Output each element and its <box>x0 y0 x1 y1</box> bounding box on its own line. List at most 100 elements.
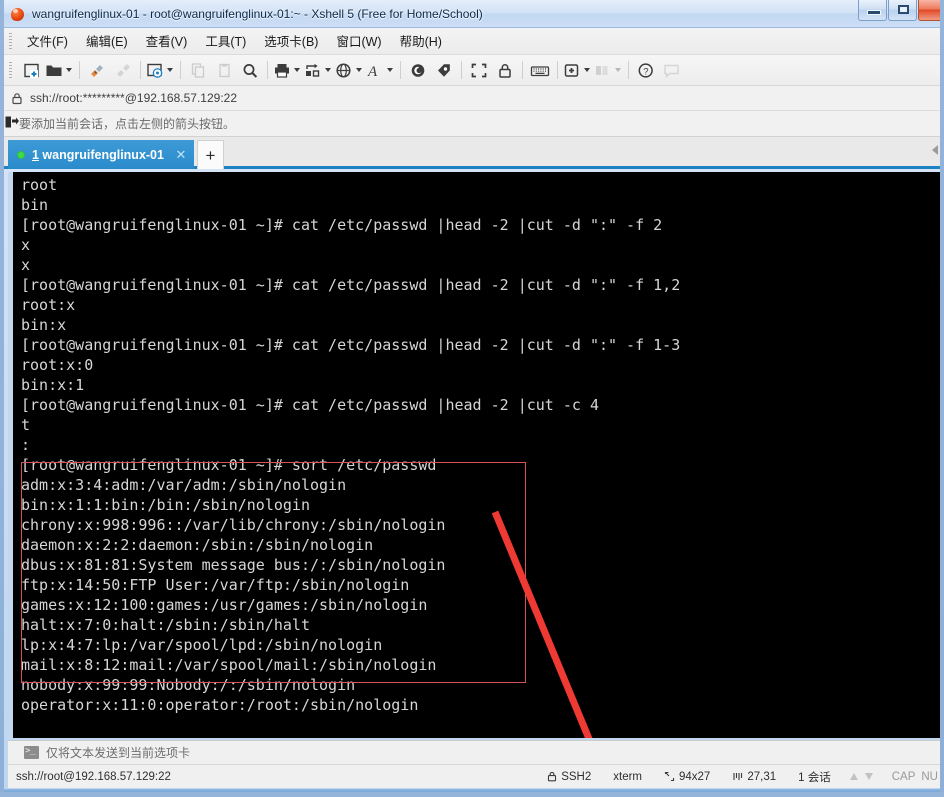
file-transfer-icon[interactable] <box>304 58 333 82</box>
new-tab-button[interactable]: + <box>197 140 224 169</box>
session-properties-icon[interactable] <box>146 58 175 82</box>
tab-close-icon[interactable]: ✕ <box>174 148 188 162</box>
toolbar-separator <box>628 61 629 79</box>
chevron-down-icon[interactable] <box>584 68 590 72</box>
toolbar-separator <box>557 61 558 79</box>
window-bottom-accent <box>4 789 940 792</box>
status-transfer-arrows <box>842 773 881 780</box>
chevron-down-icon[interactable] <box>325 68 331 72</box>
favorites-hint-bar: 要添加当前会话，点击左侧的箭头按钮。 <box>4 111 940 137</box>
menu-bar: 文件(F) 编辑(E) 查看(V) 工具(T) 选项卡(B) 窗口(W) 帮助(… <box>4 28 940 55</box>
paste-icon <box>212 58 236 82</box>
status-num: NU <box>921 770 938 783</box>
status-protocol-cell: SSH2 <box>536 771 602 783</box>
menu-help[interactable]: 帮助(H) <box>391 28 451 54</box>
add-to-favorites-icon[interactable] <box>4 115 19 132</box>
new-session-icon[interactable] <box>19 58 43 82</box>
tab-number: 1 <box>32 147 39 162</box>
send-to-tab-bar[interactable]: 仅将文本发送到当前选项卡 <box>8 740 940 764</box>
terminal-panel: root bin [root@wangruifenglinux-01 ~]# c… <box>8 172 940 738</box>
chevron-down-icon <box>615 68 621 72</box>
download-arrow-icon <box>864 773 873 780</box>
lock-icon[interactable] <box>493 58 517 82</box>
menu-gripper[interactable] <box>9 32 12 50</box>
status-caps: CAP <box>891 770 916 783</box>
session-url: ssh://root:*********@192.168.57.129:22 <box>30 91 237 105</box>
help-icon[interactable]: ? <box>634 58 658 82</box>
status-cursor: 27,31 <box>747 770 777 783</box>
scroll-left-arrow[interactable] <box>932 145 938 155</box>
terminal-screen[interactable]: root bin [root@wangruifenglinux-01 ~]# c… <box>13 172 940 738</box>
toolbar-gripper[interactable] <box>9 61 12 79</box>
tab-label: 1 wangruifenglinux-01 <box>32 148 164 162</box>
menu-edit[interactable]: 编辑(E) <box>77 28 137 54</box>
font-icon[interactable]: A <box>366 58 395 82</box>
terminal-output: root bin [root@wangruifenglinux-01 ~]# c… <box>21 176 681 714</box>
status-lock-indicators: CAP NU <box>881 770 940 783</box>
menu-tabs[interactable]: 选项卡(B) <box>255 28 327 54</box>
status-sessions: 1 会话 <box>798 771 831 784</box>
keyboard-icon[interactable] <box>528 58 552 82</box>
menu-window[interactable]: 窗口(W) <box>327 28 390 54</box>
toolbar-separator <box>461 61 462 79</box>
compose-icon[interactable] <box>406 58 430 82</box>
xshell-icon <box>10 6 26 22</box>
status-bar: ssh://root@192.168.57.129:22 SSH2 xterm … <box>8 764 940 788</box>
status-cursor-cell: 27,31 <box>721 771 787 783</box>
lock-icon <box>548 771 557 782</box>
status-connection: ssh://root@192.168.57.129:22 <box>16 770 171 783</box>
find-icon[interactable] <box>238 58 262 82</box>
chevron-down-icon[interactable] <box>387 68 393 72</box>
tab-scroll-controls <box>932 145 944 155</box>
status-size: 94x27 <box>679 770 711 783</box>
send-to-tab-icon <box>24 745 39 759</box>
globe-icon[interactable] <box>335 58 364 82</box>
window-controls <box>857 0 940 21</box>
chevron-down-icon[interactable] <box>356 68 362 72</box>
svg-text:A: A <box>367 64 378 79</box>
menu-view[interactable]: 查看(V) <box>137 28 197 54</box>
window-title: wangruifenglinux-01 - root@wangruifengli… <box>32 7 483 21</box>
scroll-right-arrow[interactable] <box>940 145 944 155</box>
toolbar-separator <box>400 61 401 79</box>
send-to-tab-text: 仅将文本发送到当前选项卡 <box>46 746 191 760</box>
favorites-hint-text: 要添加当前会话，点击左侧的箭头按钮。 <box>19 117 236 131</box>
open-folder-icon[interactable] <box>45 58 74 82</box>
tab-status-dot <box>17 150 25 159</box>
chevron-down-icon[interactable] <box>66 68 72 72</box>
arrange-layout-icon <box>594 58 623 82</box>
copy-icon <box>186 58 210 82</box>
toolbar-separator <box>522 61 523 79</box>
status-protocol: SSH2 <box>561 770 592 783</box>
cursor-position-icon <box>733 773 743 780</box>
tab-wangruifenglinux-01[interactable]: 1 wangruifenglinux-01 ✕ <box>8 140 194 169</box>
resize-icon <box>664 771 675 782</box>
minimize-button[interactable] <box>858 0 887 21</box>
maximize-button[interactable] <box>888 0 917 21</box>
xshell-window: wangruifenglinux-01 - root@wangruifengli… <box>0 0 944 797</box>
print-icon[interactable] <box>273 58 302 82</box>
toolbar: A ? <box>4 55 940 86</box>
lock-icon <box>4 92 30 105</box>
tab-title: wangruifenglinux-01 <box>38 147 164 162</box>
upload-arrow-icon <box>849 773 858 780</box>
chevron-down-icon[interactable] <box>294 68 300 72</box>
highlight-icon[interactable] <box>432 58 456 82</box>
chat-icon <box>660 58 684 82</box>
connect-icon[interactable] <box>85 58 109 82</box>
chevron-down-icon[interactable] <box>167 68 173 72</box>
menu-tools[interactable]: 工具(T) <box>196 28 255 54</box>
toolbar-separator <box>267 61 268 79</box>
close-button[interactable] <box>918 0 940 21</box>
toolbar-separator <box>140 61 141 79</box>
add-pane-icon[interactable] <box>563 58 592 82</box>
title-bar[interactable]: wangruifenglinux-01 - root@wangruifengli… <box>4 0 940 28</box>
address-bar[interactable]: ssh://root:*********@192.168.57.129:22 <box>4 86 940 111</box>
menu-file[interactable]: 文件(F) <box>18 28 77 54</box>
tab-bar: 1 wangruifenglinux-01 ✕ + <box>4 137 944 169</box>
toolbar-separator <box>180 61 181 79</box>
svg-text:?: ? <box>643 66 648 77</box>
fullscreen-icon[interactable] <box>467 58 491 82</box>
status-terminal-type: xterm <box>613 770 642 783</box>
status-size-cell: 94x27 <box>653 771 721 783</box>
